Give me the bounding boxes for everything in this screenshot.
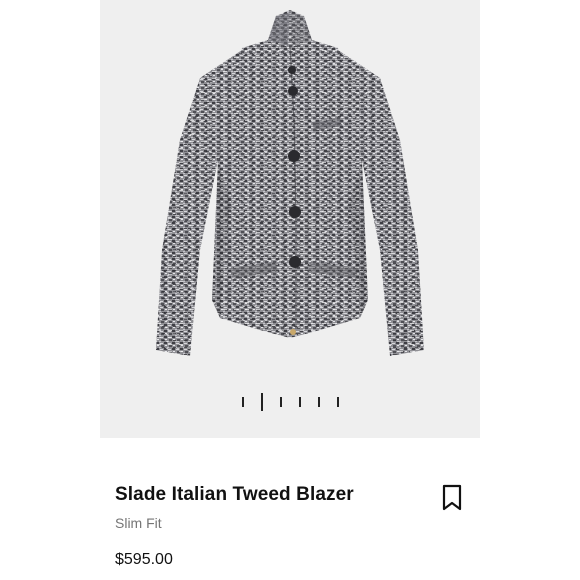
product-price: $595.00	[115, 551, 173, 568]
product-card: Slade Italian Tweed Blazer Slim Fit $595…	[100, 0, 480, 580]
image-pagination[interactable]	[100, 392, 480, 412]
product-image	[156, 10, 424, 356]
pagination-dot[interactable]	[279, 397, 282, 407]
product-fit: Slim Fit	[115, 515, 162, 531]
page: Slade Italian Tweed Blazer Slim Fit $595…	[0, 0, 580, 580]
product-image-carousel[interactable]	[100, 0, 480, 438]
bookmark-icon	[442, 484, 462, 511]
pagination-dot[interactable]	[317, 397, 320, 407]
bookmark-button[interactable]	[439, 484, 465, 512]
pagination-dot[interactable]	[298, 397, 301, 407]
pagination-dot[interactable]	[241, 397, 244, 407]
product-title: Slade Italian Tweed Blazer	[115, 484, 354, 505]
pagination-dot[interactable]	[336, 397, 339, 407]
pagination-dot-active[interactable]	[260, 393, 263, 411]
